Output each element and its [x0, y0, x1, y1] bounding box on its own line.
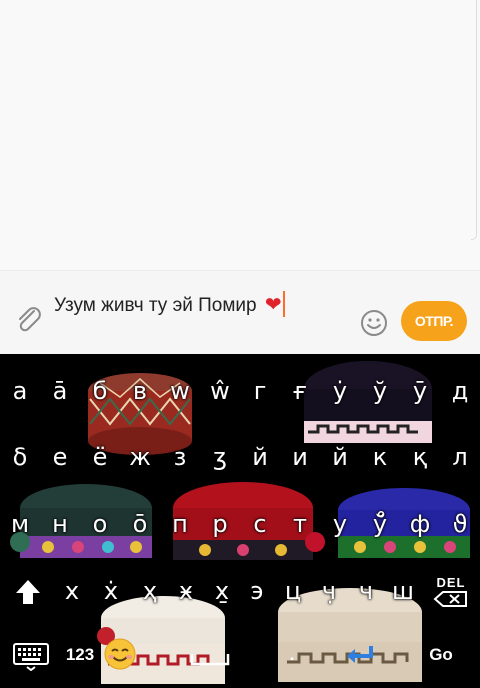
key[interactable]: и: [283, 427, 317, 487]
key[interactable]: ŵ: [203, 361, 237, 421]
key[interactable]: р: [203, 494, 237, 554]
keyboard-switch-key[interactable]: [8, 634, 54, 678]
key[interactable]: ф: [403, 494, 437, 554]
key[interactable]: п: [163, 494, 197, 554]
key[interactable]: м: [3, 494, 37, 554]
key[interactable]: э: [240, 561, 274, 621]
key[interactable]: ғ: [283, 361, 317, 421]
emoji-key[interactable]: [102, 636, 138, 672]
scrollbar[interactable]: [471, 0, 477, 240]
key[interactable]: ч̣: [312, 561, 346, 621]
delete-label: DEL: [436, 574, 466, 590]
key[interactable]: ā: [43, 361, 77, 421]
key[interactable]: ё: [83, 427, 117, 487]
key[interactable]: ж: [123, 427, 157, 487]
smiley-icon[interactable]: [360, 309, 388, 337]
backspace-icon: [433, 590, 467, 607]
key[interactable]: б: [83, 361, 117, 421]
numbers-key[interactable]: 123: [62, 640, 98, 670]
key[interactable]: й: [323, 427, 357, 487]
key[interactable]: у: [323, 494, 357, 554]
keyboard-icon: [13, 643, 49, 671]
key[interactable]: й: [243, 427, 277, 487]
key[interactable]: к: [363, 427, 397, 487]
shift-key[interactable]: [8, 562, 48, 622]
key[interactable]: в: [123, 361, 157, 421]
key[interactable]: о: [83, 494, 117, 554]
chat-area: [0, 0, 480, 270]
key[interactable]: х̱: [205, 561, 239, 621]
keyboard: а ā б в w ŵ г ғ ẏ ў ӯ д δ е ё ж з ʒ й и …: [0, 354, 480, 688]
key[interactable]: е: [43, 427, 77, 487]
delete-key[interactable]: DEL: [428, 564, 474, 618]
key[interactable]: қ: [403, 427, 437, 487]
key[interactable]: з: [163, 427, 197, 487]
paperclip-icon[interactable]: [14, 305, 44, 335]
key[interactable]: а: [3, 361, 37, 421]
message-input[interactable]: Узум живч ту эй Помир ❤: [54, 291, 285, 317]
go-key[interactable]: Go: [423, 640, 459, 670]
message-text: Узум живч ту эй Помир: [54, 295, 257, 316]
key[interactable]: х̇: [94, 561, 128, 621]
key[interactable]: ц: [276, 561, 310, 621]
key[interactable]: ӯ: [403, 361, 437, 421]
key[interactable]: ў̊: [363, 494, 397, 554]
period-key[interactable]: .: [282, 640, 302, 670]
key[interactable]: ẏ: [323, 361, 357, 421]
message-composer: Узум живч ту эй Помир ❤ ОТПР.: [0, 270, 480, 354]
key[interactable]: ʒ: [203, 427, 237, 487]
space-key[interactable]: [180, 644, 240, 674]
key[interactable]: δ: [3, 427, 37, 487]
key[interactable]: ш: [386, 561, 420, 621]
space-bar-icon: [190, 654, 230, 666]
heart-emoji: ❤: [264, 294, 282, 316]
key[interactable]: w: [163, 361, 197, 421]
text-cursor: [282, 291, 285, 317]
emoji-face-icon: [104, 638, 136, 670]
key[interactable]: ч: [349, 561, 383, 621]
key[interactable]: н: [43, 494, 77, 554]
key[interactable]: г: [243, 361, 277, 421]
key[interactable]: ў: [363, 361, 397, 421]
key[interactable]: д: [443, 361, 477, 421]
key[interactable]: ӿ: [169, 561, 203, 621]
key[interactable]: т: [283, 494, 317, 554]
key[interactable]: ϑ: [443, 494, 477, 554]
key[interactable]: х: [55, 561, 89, 621]
key[interactable]: с: [243, 494, 277, 554]
shift-arrow-icon: [16, 580, 40, 604]
key[interactable]: ҳ: [133, 561, 167, 621]
enter-arrow-icon: [347, 646, 373, 663]
key[interactable]: ō: [123, 494, 157, 554]
send-button[interactable]: ОТПР.: [401, 301, 467, 341]
enter-key[interactable]: [340, 640, 380, 670]
key[interactable]: л: [443, 427, 477, 487]
